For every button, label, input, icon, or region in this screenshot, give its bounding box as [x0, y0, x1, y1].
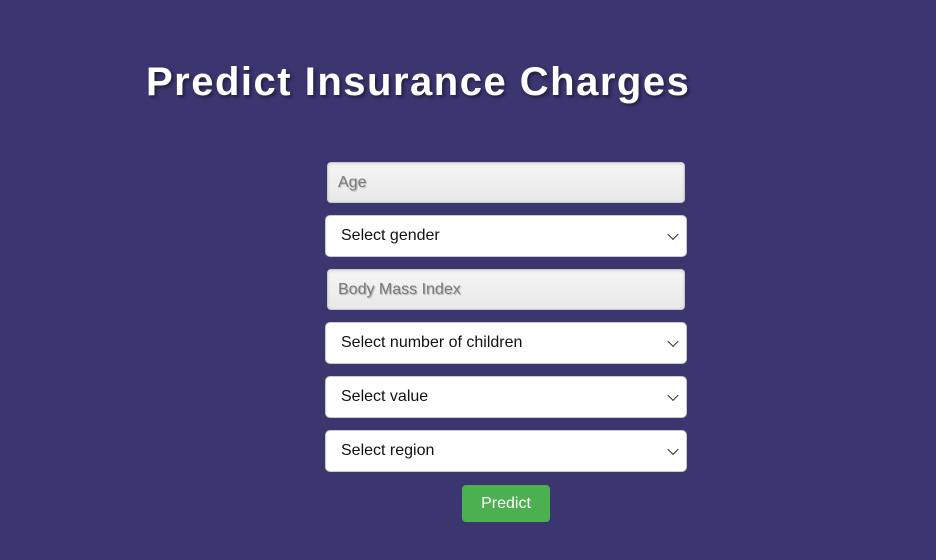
chevron-down-icon [667, 443, 679, 456]
chevron-down-icon [667, 228, 679, 241]
gender-select[interactable]: Select gender [325, 215, 687, 257]
region-select-value: Select region [341, 442, 435, 459]
gender-select-value: Select gender [341, 227, 440, 244]
smoker-select[interactable]: Select value [325, 376, 687, 418]
smoker-select-value: Select value [341, 388, 429, 405]
children-select[interactable]: Select number of children [325, 322, 687, 364]
region-select[interactable]: Select region [325, 430, 687, 472]
children-select-value: Select number of children [341, 334, 523, 351]
bmi-input[interactable] [327, 269, 685, 310]
predict-button[interactable]: Predict [462, 485, 550, 522]
chevron-down-icon [667, 335, 679, 348]
age-input[interactable] [327, 162, 685, 203]
chevron-down-icon [667, 389, 679, 402]
page-title: Predict Insurance Charges [146, 60, 691, 104]
insurance-form: Select gender Select number of children … [325, 162, 687, 472]
